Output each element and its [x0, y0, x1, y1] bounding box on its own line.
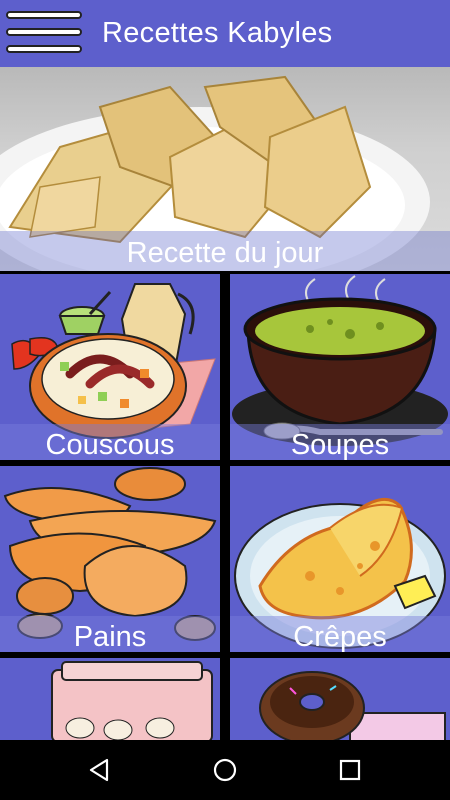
category-tile-6[interactable]	[230, 658, 450, 740]
category-tile-couscous[interactable]: Couscous	[0, 274, 220, 460]
app-title: Recettes Kabyles	[102, 17, 333, 49]
category-tile-5[interactable]	[0, 658, 220, 740]
egg-box-illustration	[51, 661, 213, 740]
category-tile-crepes[interactable]: Crêpes	[230, 466, 450, 652]
app-bar: Recettes Kabyles	[0, 0, 450, 67]
category-label-soupes: Soupes	[230, 424, 450, 460]
category-label-couscous: Couscous	[0, 424, 220, 460]
category-tile-pains[interactable]: Pains	[0, 466, 220, 652]
recents-square-icon[interactable]	[320, 740, 380, 800]
home-circle-icon[interactable]	[195, 740, 255, 800]
category-label-crepes: Crêpes	[230, 616, 450, 652]
back-triangle-icon[interactable]	[69, 740, 129, 800]
donut-illustration	[259, 671, 446, 740]
category-label-pains: Pains	[0, 616, 220, 652]
system-navigation-bar	[0, 740, 450, 800]
recipe-of-the-day-label: Recette du jour	[0, 231, 450, 271]
hamburger-menu-icon[interactable]	[3, 8, 85, 58]
recipe-of-the-day-card[interactable]: Recette du jour	[0, 67, 450, 271]
category-tile-soupes[interactable]: Soupes	[230, 274, 450, 460]
